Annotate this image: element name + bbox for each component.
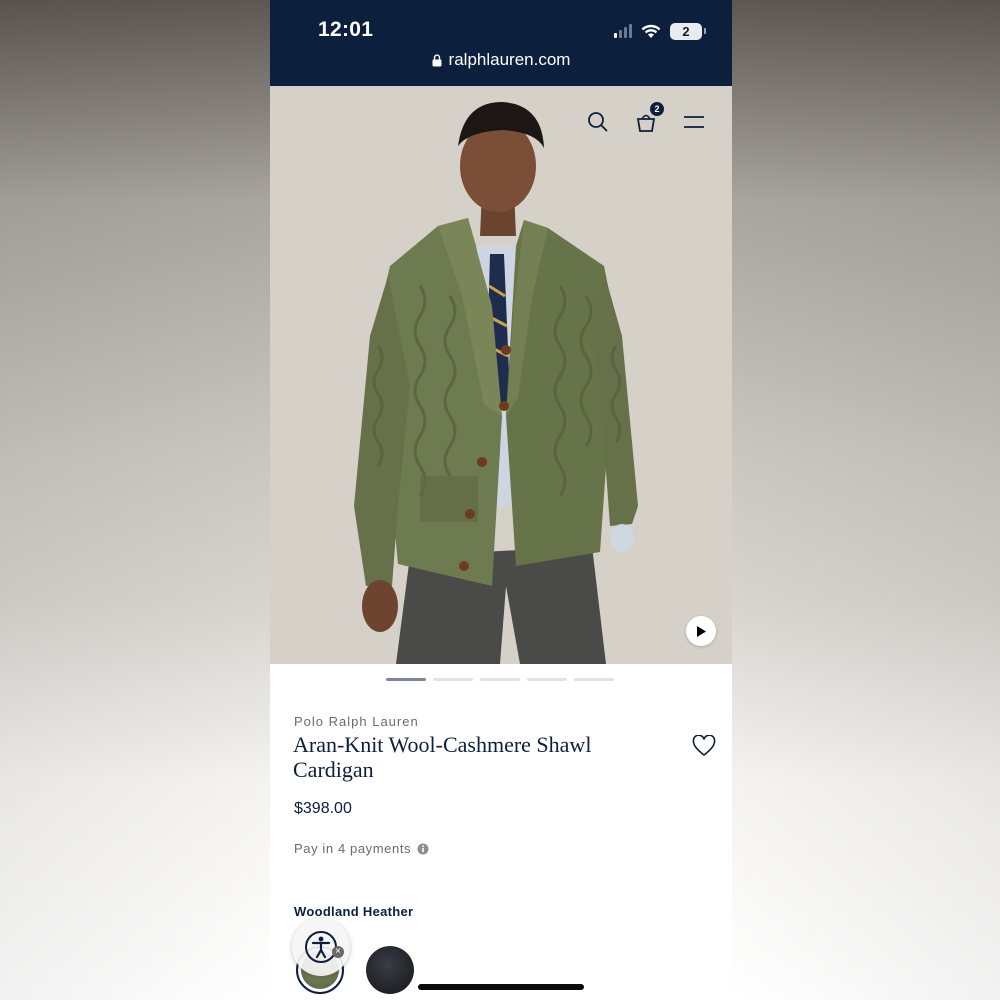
shopping-bag-icon[interactable]: 2 xyxy=(634,102,664,134)
address-bar[interactable]: ralphlauren.com xyxy=(270,50,732,70)
payments-text: Pay in 4 payments xyxy=(294,841,412,856)
pay-in-installments[interactable]: Pay in 4 payments xyxy=(294,841,429,856)
product-image[interactable]: 2 xyxy=(270,86,732,664)
background-left xyxy=(0,0,270,1000)
carousel-dot[interactable] xyxy=(527,678,567,681)
carousel-dot[interactable] xyxy=(433,678,473,681)
play-video-button[interactable] xyxy=(686,616,716,646)
color-swatch-black[interactable] xyxy=(366,946,414,994)
search-icon[interactable] xyxy=(586,110,610,134)
status-icons: 2 xyxy=(614,20,706,42)
heart-icon xyxy=(692,734,716,757)
hamburger-menu-icon[interactable] xyxy=(682,110,706,134)
background-right xyxy=(732,0,1000,1000)
cellular-signal-icon xyxy=(614,24,632,38)
home-indicator[interactable] xyxy=(418,984,584,990)
browser-top-bar: 12:01 2 ralphlauren.com xyxy=(270,0,732,86)
brand-name: Polo Ralph Lauren xyxy=(294,714,419,729)
url-text: ralphlauren.com xyxy=(448,50,571,69)
header-icons: 2 xyxy=(586,102,706,134)
selected-color-name: Woodland Heather xyxy=(294,904,414,919)
carousel-indicator xyxy=(386,678,614,681)
phone-screen: 12:01 2 ralphlauren.com 2 Polo Ralph Lau… xyxy=(270,0,732,1000)
wifi-icon xyxy=(641,24,661,38)
cart-count-badge: 2 xyxy=(650,102,664,116)
wishlist-button[interactable] xyxy=(692,734,716,759)
carousel-dot[interactable] xyxy=(574,678,614,681)
accessibility-widget[interactable]: × xyxy=(292,918,350,976)
carousel-dot[interactable] xyxy=(386,678,426,681)
battery-indicator: 2 xyxy=(670,22,706,40)
play-icon xyxy=(697,625,706,637)
model-photo xyxy=(270,86,732,664)
product-title: Aran-Knit Wool-Cashmere Shawl Cardigan xyxy=(293,732,592,782)
status-time: 12:01 xyxy=(318,18,374,41)
close-icon[interactable]: × xyxy=(332,946,344,958)
carousel-dot[interactable] xyxy=(480,678,520,681)
info-icon[interactable] xyxy=(417,843,429,855)
product-price: $398.00 xyxy=(294,800,352,817)
lock-icon xyxy=(432,53,442,66)
